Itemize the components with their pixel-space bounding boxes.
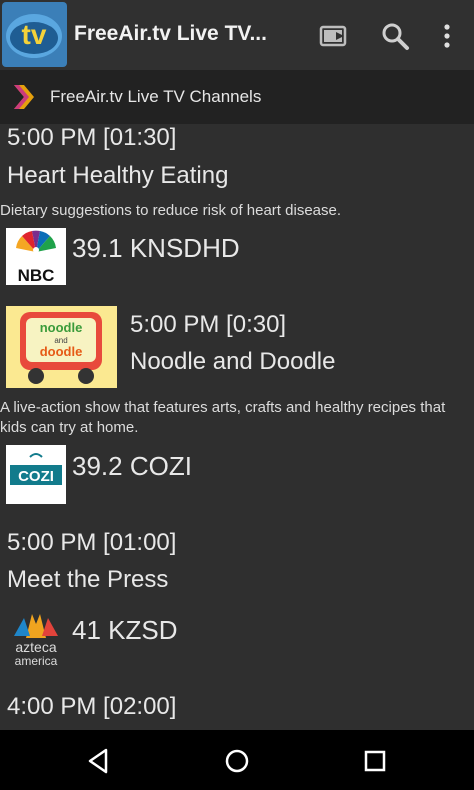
back-icon[interactable]: [82, 744, 116, 778]
search-icon[interactable]: [379, 20, 411, 52]
program-title[interactable]: Meet the Press: [7, 566, 168, 594]
system-nav-bar: [0, 730, 474, 790]
app-logo[interactable]: tv: [2, 2, 67, 67]
channel-name[interactable]: 41 KZSD: [72, 615, 178, 646]
recents-icon[interactable]: [358, 744, 392, 778]
app-title: FreeAir.tv Live TV...: [74, 22, 267, 45]
cast-icon[interactable]: [318, 20, 350, 52]
channel-name[interactable]: 39.1 KNSDHD: [72, 233, 240, 264]
app-bar: tv FreeAir.tv Live TV...: [0, 0, 474, 70]
thumbnail-text-doodle: doodle: [40, 344, 83, 359]
program-time: 5:00 PM [01:00]: [7, 529, 177, 556]
program-time: 5:00 PM [01:30]: [7, 124, 177, 151]
channel-name[interactable]: 39.2 COZI: [72, 451, 192, 482]
program-title[interactable]: Noodle and Doodle: [130, 348, 336, 376]
app-logo-text: tv: [22, 19, 47, 50]
program-time: 4:00 PM [02:00]: [7, 693, 177, 720]
nbc-logo[interactable]: NBC: [6, 228, 66, 285]
channel-header-title: FreeAir.tv Live TV Channels: [50, 87, 262, 106]
thumbnail-text-noodle: noodle: [40, 320, 83, 335]
nbc-logo-text: NBC: [18, 266, 55, 285]
program-title[interactable]: Heart Healthy Eating: [7, 162, 228, 190]
program-list[interactable]: 5:00 PM [01:30] Heart Healthy Eating Die…: [0, 124, 474, 730]
azteca-logo-line1: azteca: [15, 639, 56, 655]
plex-chevron-icon: [8, 82, 38, 112]
cozi-logo[interactable]: COZI: [6, 445, 66, 504]
program-thumbnail[interactable]: noodle and doodle: [6, 306, 117, 388]
program-description: A live-action show that features arts, c…: [0, 399, 446, 436]
program-description: Dietary suggestions to reduce risk of he…: [0, 202, 342, 219]
azteca-america-logo[interactable]: azteca america: [6, 608, 66, 668]
overflow-menu-icon[interactable]: [431, 20, 463, 52]
azteca-logo-line2: america: [15, 654, 58, 668]
cozi-logo-text: COZI: [18, 468, 54, 485]
home-icon[interactable]: [220, 744, 254, 778]
program-time: 5:00 PM [0:30]: [130, 311, 287, 338]
